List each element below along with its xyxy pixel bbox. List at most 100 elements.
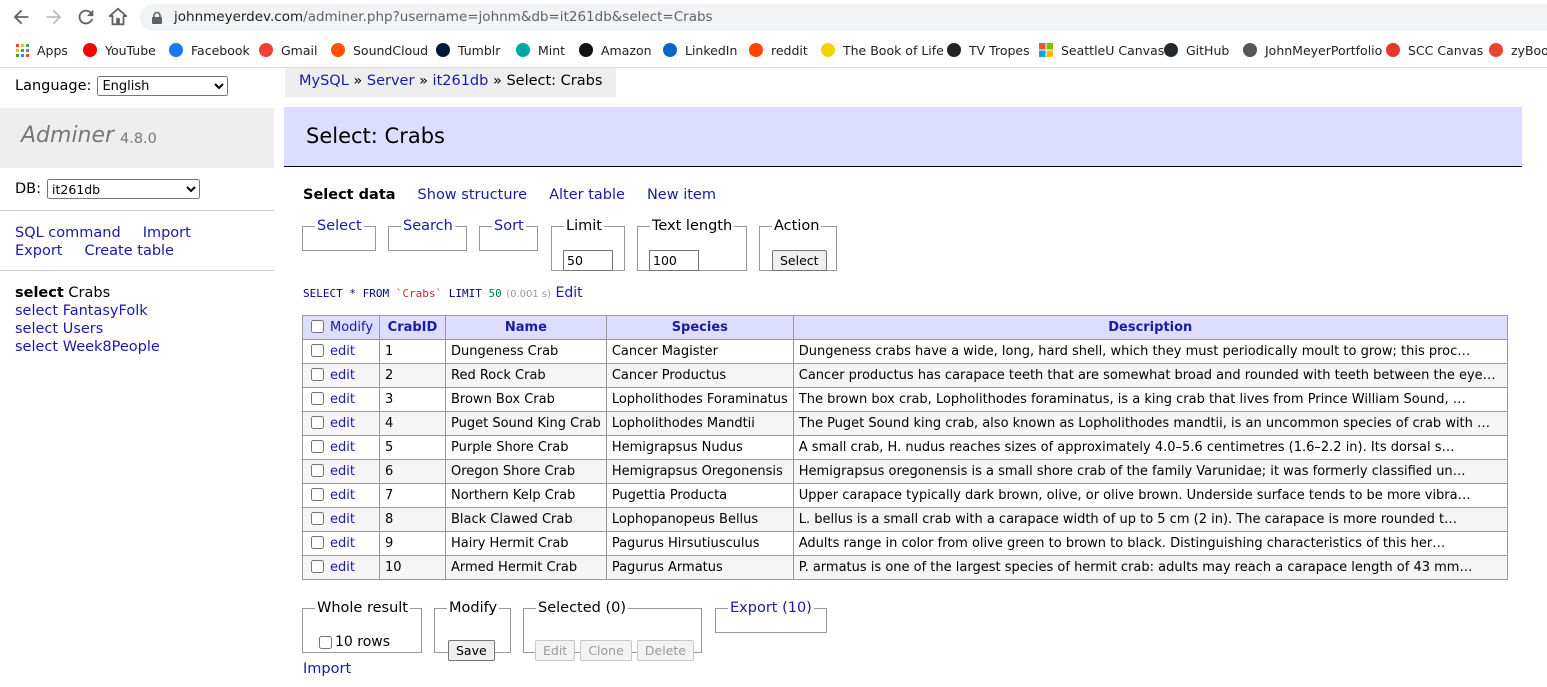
bookmark-seattleu-canvas[interactable]: SeattleU Canvas [1038, 40, 1164, 60]
back-arrow-icon[interactable] [10, 6, 32, 28]
apps-grid-icon [14, 42, 30, 58]
breadcrumb-mysql[interactable]: MySQL [299, 73, 349, 89]
row-edit-link[interactable]: edit [330, 440, 355, 455]
header-description-link[interactable]: Description [1108, 320, 1192, 335]
text-length-input[interactable] [649, 250, 699, 271]
bookmark-soundcloud[interactable]: SoundCloud [330, 40, 428, 60]
limit-input[interactable] [563, 250, 613, 271]
modify-cell: edit [302, 387, 380, 412]
description-cell: P. armatus is one of the largest species… [792, 555, 1508, 580]
row-checkbox[interactable] [311, 344, 324, 357]
breadcrumb-db[interactable]: it261db [433, 73, 489, 89]
tab-new-item[interactable]: New item [647, 187, 716, 203]
sql-time: (0.001 s) [506, 289, 552, 300]
select-toggle-link[interactable]: Select [317, 218, 362, 234]
row-edit-link[interactable]: edit [330, 536, 355, 551]
bookmark-zybooks[interactable]: zyBooks [1488, 40, 1547, 60]
row-edit-link[interactable]: edit [330, 560, 355, 575]
select-table-link[interactable]: select [15, 285, 64, 301]
forward-arrow-icon[interactable] [43, 6, 65, 28]
address-row: johnmeyerdev.com/adminer.php?username=jo… [0, 0, 1547, 35]
sql-command-link[interactable]: SQL command [15, 225, 121, 241]
select-all-checkbox[interactable] [311, 320, 324, 333]
bookmark-scc-canvas[interactable]: SCC Canvas [1385, 40, 1483, 60]
select-table-link[interactable]: select [15, 321, 58, 337]
table-name-link[interactable]: Crabs [68, 285, 110, 301]
save-button[interactable]: Save [448, 640, 495, 661]
header-crabid[interactable]: CrabID [379, 315, 446, 340]
linkedin-icon [662, 42, 678, 58]
tab-show-structure[interactable]: Show structure [418, 187, 528, 203]
table-list-item-users: select Users [15, 320, 160, 338]
bookmark-johnmeyerportfolio[interactable]: JohnMeyerPortfolio [1242, 40, 1382, 60]
header-row: Modify CrabID Name Species Description [302, 315, 1508, 340]
whole-result-checkbox[interactable] [319, 635, 332, 649]
header-name-link[interactable]: Name [505, 320, 547, 335]
language-select[interactable]: English [97, 76, 229, 96]
row-checkbox[interactable] [311, 536, 324, 549]
row-checkbox[interactable] [311, 368, 324, 381]
export-link[interactable]: Export [15, 243, 62, 259]
table-row: edit 3 Brown Box Crab Lopholithodes Foramin… [302, 387, 1508, 412]
header-name[interactable]: Name [445, 315, 607, 340]
bookmark-tumblr[interactable]: Tumblr [435, 40, 500, 60]
header-crabid-link[interactable]: CrabID [388, 320, 438, 335]
clone-selected-button[interactable]: Clone [580, 640, 632, 661]
header-species[interactable]: Species [605, 315, 794, 340]
header-description[interactable]: Description [792, 315, 1508, 340]
row-edit-link[interactable]: edit [330, 512, 355, 527]
select-table-link[interactable]: select [15, 339, 58, 355]
select-table-link[interactable]: select [15, 303, 58, 319]
crabid-cell: 8 [379, 507, 446, 532]
import-bottom-link[interactable]: Import [303, 661, 351, 677]
bookmark-label: SoundCloud [353, 42, 429, 58]
description-text: Adults range in color from olive green t… [798, 536, 1446, 551]
bookmark-amazon[interactable]: Amazon [578, 40, 652, 60]
breadcrumb-server[interactable]: Server [367, 73, 415, 89]
bookmark-the-book-of-life[interactable]: The Book of Life [820, 40, 944, 60]
url-bar[interactable]: johnmeyerdev.com/adminer.php?username=jo… [140, 4, 1547, 31]
row-edit-link[interactable]: edit [330, 368, 355, 383]
sql-edit-link[interactable]: Edit [555, 285, 582, 301]
table-name-link[interactable]: Week8People [63, 339, 160, 355]
row-edit-link[interactable]: edit [330, 416, 355, 431]
bookmark-mint[interactable]: Mint [515, 40, 565, 60]
bookmark-reddit[interactable]: reddit [748, 40, 808, 60]
row-checkbox[interactable] [311, 440, 324, 453]
table-name-link[interactable]: FantasyFolk [63, 303, 148, 319]
bookmark-apps[interactable]: Apps [14, 40, 68, 60]
home-icon[interactable] [107, 6, 129, 28]
delete-selected-button[interactable]: Delete [636, 640, 694, 661]
row-edit-link[interactable]: edit [330, 392, 355, 407]
select-submit-button[interactable]: Select [772, 250, 827, 271]
whole-result-label[interactable]: 10 rows [319, 634, 390, 650]
row-checkbox[interactable] [311, 416, 324, 429]
adminer-logo[interactable]: Adminer [21, 123, 114, 148]
bookmark-youtube[interactable]: YouTube [82, 40, 156, 60]
bookmark-facebook[interactable]: Facebook [168, 40, 250, 60]
reload-icon[interactable] [75, 6, 97, 28]
row-checkbox[interactable] [311, 512, 324, 525]
db-select[interactable]: it261db [47, 179, 200, 199]
search-toggle-link[interactable]: Search [403, 218, 453, 234]
row-checkbox[interactable] [311, 560, 324, 573]
sort-toggle-link[interactable]: Sort [494, 218, 524, 234]
table-name-link[interactable]: Users [63, 321, 104, 337]
bookmark-gmail[interactable]: Gmail [258, 40, 317, 60]
row-edit-link[interactable]: edit [330, 464, 355, 479]
row-checkbox[interactable] [311, 488, 324, 501]
bookmark-linkedin[interactable]: LinkedIn [662, 40, 737, 60]
header-species-link[interactable]: Species [672, 320, 728, 335]
import-link[interactable]: Import [143, 225, 191, 241]
select-fieldset: Select [302, 218, 376, 251]
row-edit-link[interactable]: edit [330, 488, 355, 503]
bookmark-tv-tropes[interactable]: TV Tropes [946, 40, 1030, 60]
export-toggle-link[interactable]: Export (10) [730, 600, 812, 616]
edit-selected-button[interactable]: Edit [535, 640, 576, 661]
row-checkbox[interactable] [311, 392, 324, 405]
row-edit-link[interactable]: edit [330, 344, 355, 359]
bookmark-github[interactable]: GitHub [1163, 40, 1229, 60]
create-table-link[interactable]: Create table [84, 243, 174, 259]
row-checkbox[interactable] [311, 464, 324, 477]
tab-alter-table[interactable]: Alter table [549, 187, 625, 203]
